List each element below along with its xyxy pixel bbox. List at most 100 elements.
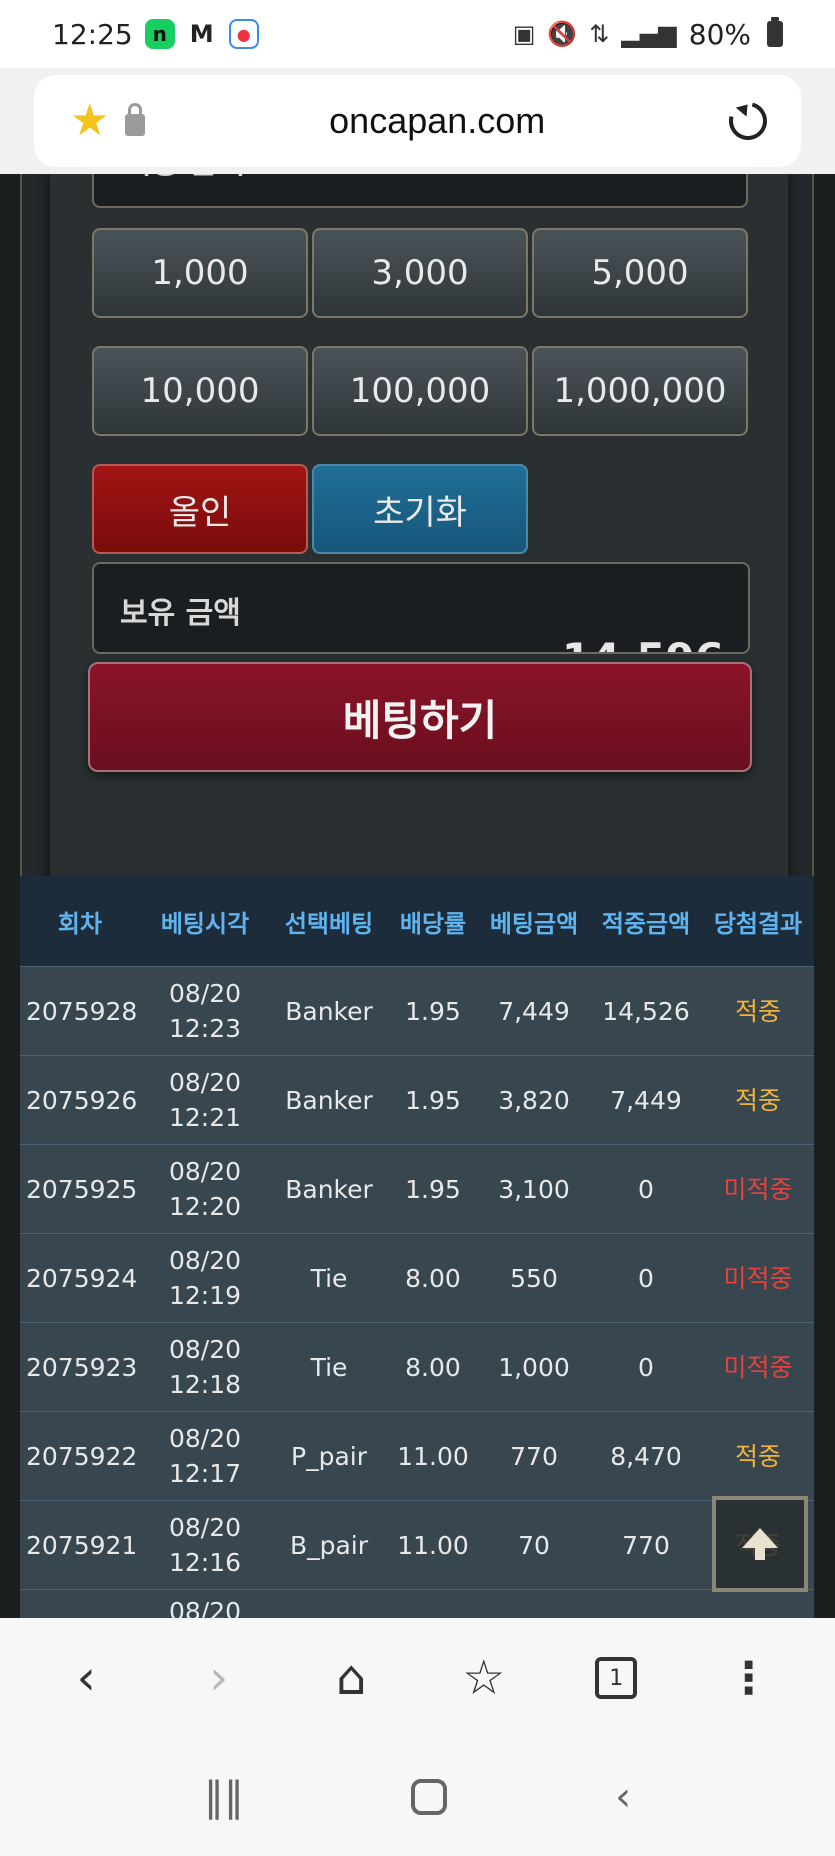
naver-app-icon: n <box>144 19 175 49</box>
cell-date: 08/20 <box>168 1597 242 1618</box>
cell-odds: 11.00 <box>397 1441 469 1471</box>
table-header: 회차 베팅시각 선택베팅 배당률 베팅금액 적중금액 당첨결과 <box>20 876 814 966</box>
cell-round: 2075921 <box>26 1530 138 1560</box>
back-icon[interactable]: ‹ <box>51 1643 121 1713</box>
cell-pick: P_pair <box>291 1441 367 1471</box>
cell-date: 08/20 <box>168 1246 242 1275</box>
cell-clock: 12:17 <box>168 1459 242 1488</box>
cell-round: 2075923 <box>26 1352 138 1382</box>
forward-icon[interactable]: › <box>184 1643 254 1713</box>
cell-time: 08/20 12:17 <box>140 1421 270 1491</box>
cell-odds: 11.00 <box>397 1530 469 1560</box>
battery-percent: 80% <box>688 17 751 51</box>
reload-icon[interactable] <box>722 95 774 147</box>
cell-round: 2075924 <box>26 1263 138 1293</box>
cell-clock: 12:18 <box>168 1370 242 1399</box>
reset-button[interactable]: 초기화 <box>312 464 528 554</box>
cell-win-amount: 0 <box>638 1174 654 1204</box>
url-bar[interactable]: ★ oncapan.com <box>34 75 801 167</box>
cell-odds: 1.95 <box>405 996 461 1026</box>
table-row: 2075922 08/20 12:17 P_pair 11.00 770 8,47… <box>20 1411 814 1500</box>
cell-time: 08/20 12:18 <box>140 1332 270 1402</box>
table-row: 2075921 08/2012:16 B_pair 11.00 70 770 적… <box>20 1500 814 1589</box>
lock-icon[interactable] <box>125 103 146 136</box>
status-left: 12:25 n M ● <box>52 18 259 51</box>
table-row: 2075925 08/20 12:20 Banker 1.95 3,100 0 미… <box>20 1144 814 1233</box>
cell-date: 08/20 <box>168 1513 242 1542</box>
balance-value: 14,596 <box>562 634 724 652</box>
m-app-icon: M <box>189 20 214 48</box>
cell-clock: 12:21 <box>168 1103 242 1132</box>
cell-time: 08/20 12:21 <box>140 1065 270 1135</box>
cell-pick: Banker <box>285 1085 373 1115</box>
cell-clock: 12:23 <box>168 1014 242 1043</box>
cell-time: 08/20 12:16 <box>140 1510 270 1580</box>
header-bet-amount: 베팅금액 <box>489 909 579 938</box>
table-row: 2075923 08/20 12:18 Tie 8.00 1,000 0 미적중 <box>20 1322 814 1411</box>
tabs-button[interactable]: 1 <box>581 1643 651 1713</box>
cell-clock: 12:19 <box>168 1281 242 1310</box>
cell-date: 08/20 <box>168 979 242 1008</box>
cell-date: 08/20 <box>168 1068 242 1097</box>
mute-icon: 🔇 <box>547 20 578 48</box>
header-pick: 선택베팅 <box>284 909 374 938</box>
header-win-amount: 적중금액 <box>601 909 691 938</box>
cell-time: 08/20 12:23 <box>140 976 270 1046</box>
vpn-icon: ▣ <box>512 20 536 48</box>
cell-bet-amount: 3,820 <box>498 1085 570 1115</box>
status-bar: 12:25 n M ● ▣ 🔇 ⇅ ▂▄▆ 80% <box>0 0 835 68</box>
chip-3000-button[interactable]: 3,000 <box>312 228 528 318</box>
cell-round: 2075925 <box>26 1174 138 1204</box>
balance-box: 보유 금액 14,596 <box>92 562 750 654</box>
map-app-icon: ● <box>228 19 259 49</box>
bookmark-star-icon[interactable]: ★ <box>70 99 109 143</box>
cell-bet-amount: 7,449 <box>498 996 570 1026</box>
chip-1000000-button[interactable]: 1,000,000 <box>532 346 748 436</box>
win-amount-value: 0 <box>694 174 722 180</box>
cell-bet-amount: 770 <box>510 1441 558 1471</box>
cell-bet-amount: 1,000 <box>498 1352 570 1382</box>
cell-bet-amount: 550 <box>510 1263 558 1293</box>
system-nav-bar: ‖‖ ‹ <box>0 1738 835 1856</box>
cell-pick: Tie <box>310 1263 348 1293</box>
cell-win-amount: 8,470 <box>610 1441 682 1471</box>
bookmarks-star-icon[interactable]: ☆ <box>449 1643 519 1713</box>
menu-icon[interactable]: ⋮ <box>714 1643 784 1713</box>
chip-100000-button[interactable]: 100,000 <box>312 346 528 436</box>
cell-odds: 1.95 <box>405 1174 461 1204</box>
cell-bet-amount: 70 <box>518 1530 550 1560</box>
cell-clock: 12:16 <box>168 1548 242 1577</box>
win-amount-label: 적중 금액 <box>124 174 245 182</box>
all-in-button[interactable]: 올인 <box>92 464 308 554</box>
recent-apps-icon[interactable]: ‖‖ <box>204 1774 244 1820</box>
chip-10000-button[interactable]: 10,000 <box>92 346 308 436</box>
system-back-icon[interactable]: ‹ <box>615 1774 631 1820</box>
system-home-icon[interactable] <box>411 1779 448 1815</box>
chip-1000-button[interactable]: 1,000 <box>92 228 308 318</box>
cell-win-amount: 770 <box>622 1530 670 1560</box>
cell-round: 2075928 <box>26 996 138 1026</box>
cell-date: 08/20 <box>168 1424 242 1453</box>
cell-win-amount: 0 <box>638 1352 654 1382</box>
cell-result: 적중 <box>734 1441 781 1471</box>
betting-panel: 적중 금액 0 1,000 3,000 5,000 10,000 100,000… <box>50 174 788 976</box>
5g-icon: ⇅ <box>589 20 610 48</box>
table-row-partial: 08/20 <box>20 1589 814 1618</box>
cell-pick: Banker <box>285 1174 373 1204</box>
cell-result: 미적중 <box>723 1352 793 1382</box>
url-text[interactable]: oncapan.com <box>145 100 729 142</box>
cell-round-empty <box>20 1604 140 1612</box>
scroll-to-top-button[interactable] <box>712 1496 808 1592</box>
balance-label: 보유 금액 <box>120 596 241 631</box>
chip-5000-button[interactable]: 5,000 <box>532 228 748 318</box>
table-row: 2075928 08/20 12:23 Banker 1.95 7,449 14,… <box>20 966 814 1055</box>
cell-time: 08/20 12:19 <box>140 1243 270 1313</box>
place-bet-button[interactable]: 베팅하기 <box>88 662 752 772</box>
cell-pick: B_pair <box>289 1530 369 1560</box>
cell-odds: 8.00 <box>405 1263 461 1293</box>
header-time: 베팅시각 <box>160 909 250 938</box>
cell-round: 2075926 <box>26 1085 138 1115</box>
home-icon[interactable]: ⌂ <box>316 1643 386 1713</box>
bet-history-table: 회차 베팅시각 선택베팅 배당률 베팅금액 적중금액 당첨결과 2075928 … <box>20 876 814 1618</box>
cell-date: 08/20 <box>168 1157 242 1186</box>
